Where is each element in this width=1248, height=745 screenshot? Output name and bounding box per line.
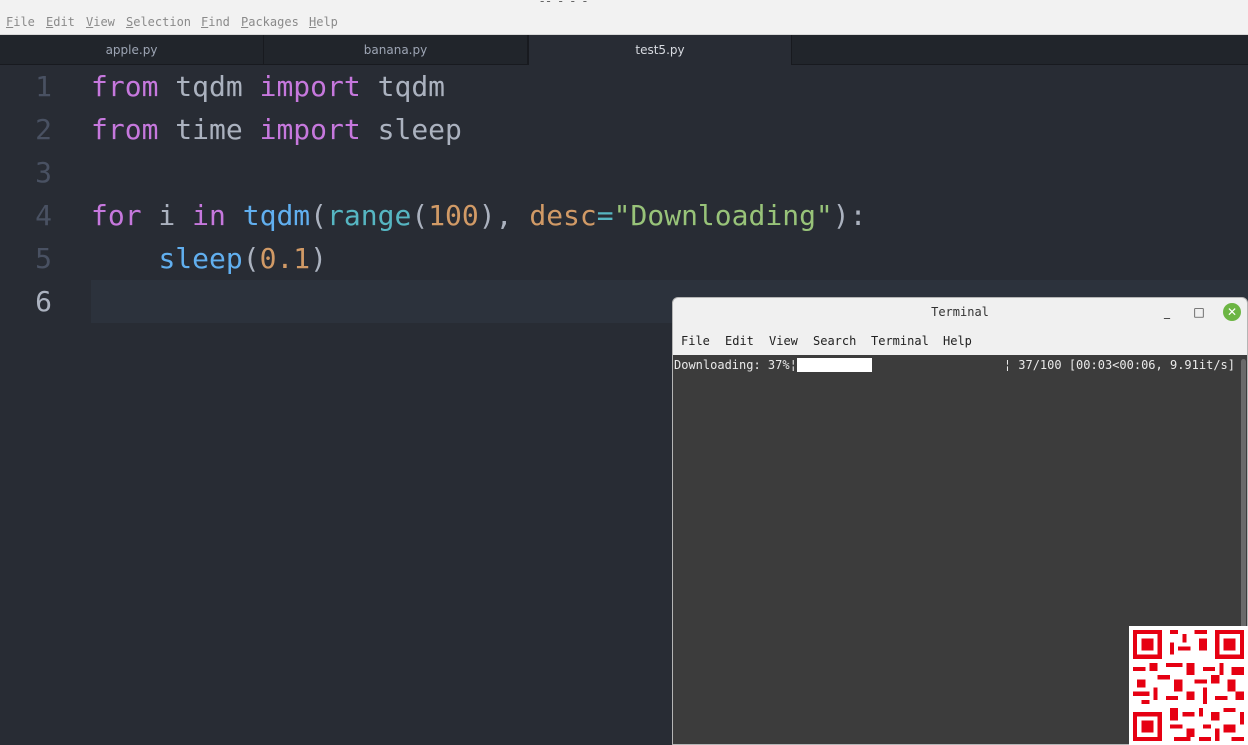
code-text[interactable] xyxy=(91,151,1248,194)
progress-bar-fill xyxy=(797,358,873,372)
code-token: ), xyxy=(478,199,530,232)
code-text[interactable]: from tqdm import tqdm xyxy=(91,65,1248,108)
code-token: "Downloading" xyxy=(613,199,833,232)
code-token: range xyxy=(327,199,412,232)
code-token: tqdm xyxy=(242,199,311,232)
tab-test5-py[interactable]: test5.py xyxy=(528,35,792,65)
progress-output-line: Downloading: 37%¦ ¦ 37/100 [00:03<00:06,… xyxy=(673,357,1239,373)
code-text[interactable]: from time import sleep xyxy=(91,108,1248,151)
terminal-menu-view[interactable]: View xyxy=(769,334,798,348)
menu-packages[interactable]: Packages xyxy=(241,15,299,29)
code-token: for xyxy=(91,199,142,232)
code-token: desc xyxy=(529,199,597,232)
code-token: from xyxy=(91,70,159,103)
tab-banana-py[interactable]: banana.py xyxy=(264,35,528,64)
code-token: ( xyxy=(242,242,260,275)
code-token: in xyxy=(192,199,226,232)
code-token: from xyxy=(91,113,159,146)
code-line: 4 for i in tqdm(range(100), desc="Downlo… xyxy=(0,194,1248,237)
code-token: import xyxy=(259,113,361,146)
code-token: i xyxy=(141,199,193,232)
code-line: 2 from time import sleep xyxy=(0,108,1248,151)
menu-help[interactable]: Help xyxy=(309,15,338,29)
code-token: tqdm xyxy=(158,70,260,103)
code-line: 1 from tqdm import tqdm xyxy=(0,65,1248,108)
code-line: 5 sleep(0.1) xyxy=(0,237,1248,280)
minimize-icon[interactable]: _ xyxy=(1159,304,1175,320)
menu-file[interactable]: File xyxy=(6,15,35,29)
line-number: 2 xyxy=(35,113,52,146)
code-token: = xyxy=(596,199,614,232)
line-number: 5 xyxy=(35,242,52,275)
code-token: sleep xyxy=(158,242,243,275)
menu-find[interactable]: Find xyxy=(201,15,230,29)
progress-description: Downloading: 37%¦ xyxy=(674,358,797,372)
code-token: time xyxy=(158,113,260,146)
code-token: 100 xyxy=(428,199,479,232)
tab-bar: apple.py banana.py test5.py xyxy=(0,35,1248,65)
line-number: 4 xyxy=(35,199,52,232)
close-icon[interactable]: ✕ xyxy=(1223,303,1241,321)
code-text[interactable]: sleep(0.1) xyxy=(91,237,1248,280)
code-text[interactable]: for i in tqdm(range(100), desc="Download… xyxy=(91,194,1248,237)
terminal-menu-help[interactable]: Help xyxy=(943,334,972,348)
terminal-menu-file[interactable]: File xyxy=(681,334,710,348)
window-title: -- - - - xyxy=(540,0,590,8)
menu-view[interactable]: View xyxy=(86,15,115,29)
terminal-menubar: File Edit View Search Terminal Help xyxy=(673,328,1247,354)
menu-edit[interactable]: Edit xyxy=(46,15,75,29)
progress-bar xyxy=(797,358,1001,372)
code-token: ( xyxy=(310,199,328,232)
code-token: sleep xyxy=(360,113,462,146)
code-token: ) xyxy=(310,242,328,275)
menu-selection[interactable]: Selection xyxy=(126,15,191,29)
qr-code-icon xyxy=(1129,626,1248,745)
terminal-menu-terminal[interactable]: Terminal xyxy=(871,334,929,348)
tab-apple-py[interactable]: apple.py xyxy=(0,35,264,64)
app-menubar: -- - - - File Edit View Selection Find P… xyxy=(0,0,1248,35)
line-number: 6 xyxy=(35,285,52,318)
code-token: ( xyxy=(411,199,429,232)
progress-stats: ¦ 37/100 [00:03<00:06, 9.91it/s] xyxy=(1003,358,1235,372)
line-number: 1 xyxy=(35,70,52,103)
code-line: 3 xyxy=(0,151,1248,194)
code-token: tqdm xyxy=(360,70,446,103)
code-token: ): xyxy=(832,199,867,232)
code-token: 0.1 xyxy=(259,242,311,275)
terminal-menu-search[interactable]: Search xyxy=(813,334,856,348)
line-number: 3 xyxy=(35,156,52,189)
code-token: import xyxy=(259,70,361,103)
maximize-icon[interactable]: □ xyxy=(1191,304,1207,320)
terminal-menu-edit[interactable]: Edit xyxy=(725,334,754,348)
